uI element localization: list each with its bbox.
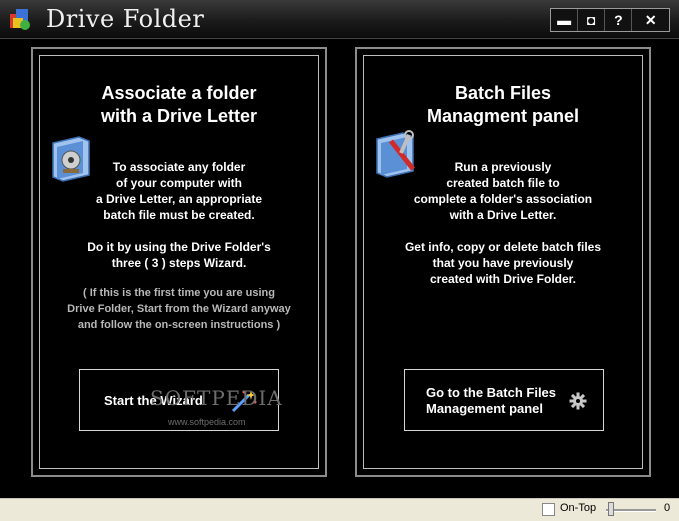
wizard-text: Do it by using the Drive Folder's three … [87, 240, 271, 270]
batch-management-button[interactable]: Go to the Batch Files Management panel [404, 369, 604, 431]
ontop-label: On-Top [560, 502, 597, 514]
batch-management-label: Go to the Batch Files Management panel [426, 385, 557, 416]
description-text: To associate any folder of your computer… [95, 160, 263, 222]
ontop-checkbox[interactable] [542, 503, 555, 516]
description-text: Run a previously created batch file to c… [413, 160, 593, 222]
softpedia-watermark: SOFTPEDIA [150, 386, 283, 410]
gear-icon [569, 392, 587, 410]
window-title: Drive Folder [46, 5, 205, 33]
restore-button[interactable]: ◘ [578, 9, 606, 31]
softpedia-url-watermark: www.softpedia.com [168, 417, 246, 427]
slider-value: 0 [664, 502, 671, 514]
window-controls: ▬ ◘ ? ✕ [550, 8, 670, 32]
app-logo-icon [10, 9, 30, 30]
close-button[interactable]: ✕ [632, 9, 669, 31]
batch-info-text: Get info, copy or delete batch files tha… [404, 240, 602, 286]
title-bar[interactable]: Drive Folder ▬ ◘ ? ✕ [0, 0, 679, 39]
first-time-note: ( If this is the first time you are usin… [67, 287, 291, 331]
opacity-slider-thumb[interactable] [608, 502, 614, 516]
help-button[interactable]: ? [605, 9, 633, 31]
panel-title: Associate a folder with a Drive Letter [100, 83, 258, 126]
panel-title: Batch Files Managment panel [426, 83, 580, 126]
minimize-button[interactable]: ▬ [551, 9, 579, 31]
